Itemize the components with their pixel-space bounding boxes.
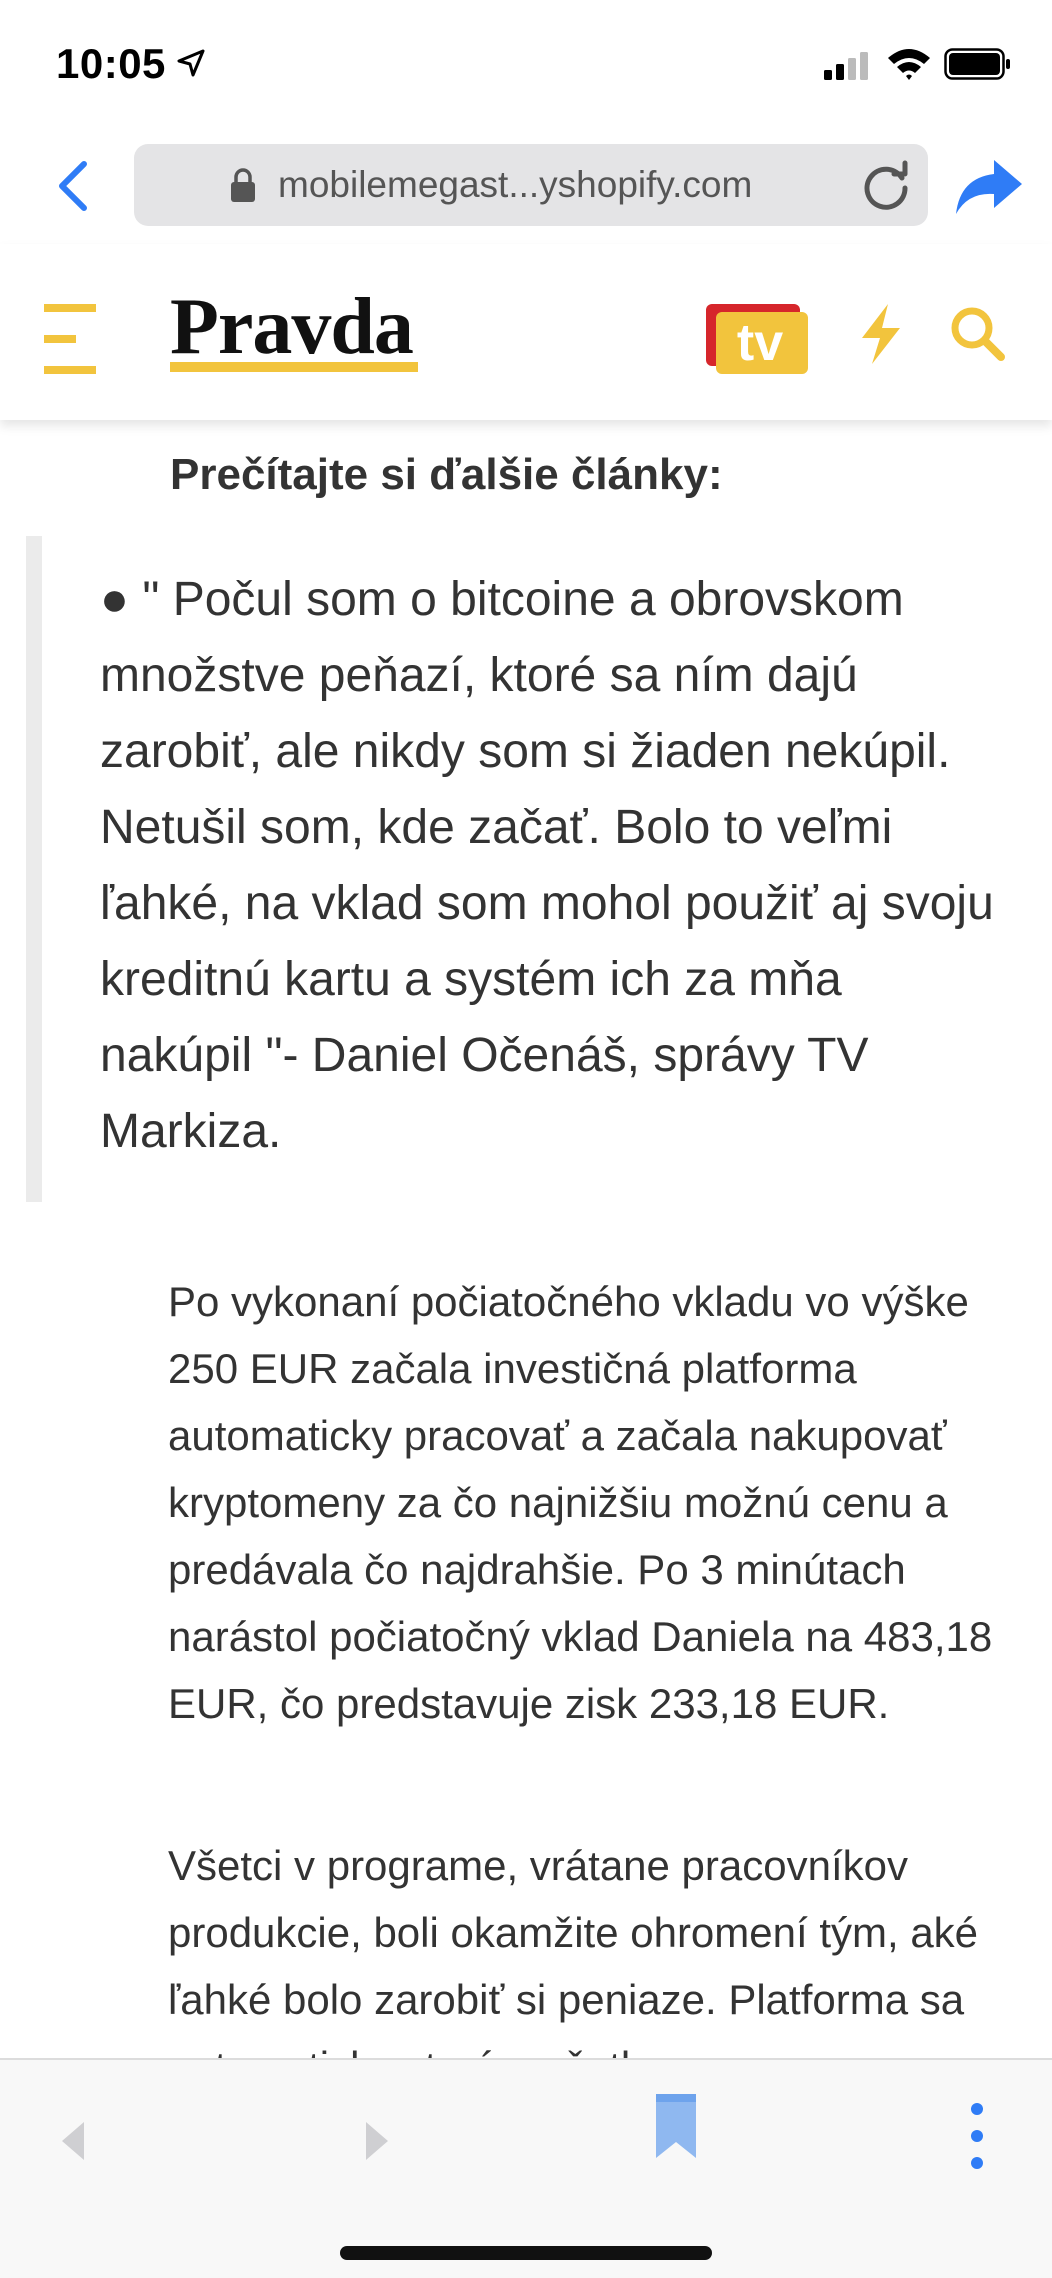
hamburger-menu-icon[interactable] bbox=[40, 302, 100, 376]
status-bar: 10:05 bbox=[0, 0, 1052, 130]
article-paragraph-2: Všetci v programe, vrátane pracovníkov p… bbox=[168, 1842, 979, 2060]
chevron-left-icon[interactable] bbox=[52, 158, 94, 214]
blockquote-text: ● " Počul som o bitcoine a obrovskom mno… bbox=[100, 573, 994, 1158]
home-indicator bbox=[340, 2246, 712, 2260]
site-header: Pravda tv bbox=[0, 244, 1052, 420]
logo-underline bbox=[170, 362, 418, 372]
svg-text:tv: tv bbox=[737, 314, 783, 372]
status-time: 10:05 bbox=[56, 40, 166, 87]
cellular-signal-icon bbox=[824, 52, 868, 80]
article-paragraph-1: Po vykonaní počiatočného vkladu vo výške… bbox=[168, 1278, 993, 1727]
share-icon[interactable] bbox=[954, 156, 1024, 216]
article-content: Prečítajte si ďalšie články: ● " Počul s… bbox=[0, 420, 1052, 2060]
more-vertical-icon[interactable] bbox=[968, 2100, 986, 2172]
battery-icon bbox=[944, 48, 1010, 80]
location-arrow-icon bbox=[177, 49, 205, 77]
back-arrow-icon[interactable] bbox=[56, 2118, 90, 2164]
lock-icon bbox=[231, 168, 255, 202]
url-text: mobilemegast...yshopify.com bbox=[278, 164, 753, 205]
tv-icon[interactable]: tv bbox=[704, 302, 810, 376]
wifi-icon bbox=[888, 49, 930, 80]
reload-icon[interactable] bbox=[858, 158, 914, 214]
browser-toolbar bbox=[0, 2058, 1052, 2278]
section-heading: Prečítajte si ďalšie články: bbox=[170, 450, 723, 499]
forward-arrow-icon[interactable] bbox=[360, 2118, 394, 2164]
blockquote-border bbox=[26, 536, 42, 1202]
site-logo[interactable]: Pravda bbox=[170, 282, 414, 373]
lightning-bolt-icon[interactable] bbox=[858, 302, 904, 366]
bookmark-icon[interactable] bbox=[652, 2090, 700, 2162]
address-bar[interactable]: mobilemegast...yshopify.com bbox=[134, 144, 928, 226]
search-icon[interactable] bbox=[948, 304, 1006, 362]
browser-bar: mobilemegast...yshopify.com bbox=[0, 130, 1052, 244]
